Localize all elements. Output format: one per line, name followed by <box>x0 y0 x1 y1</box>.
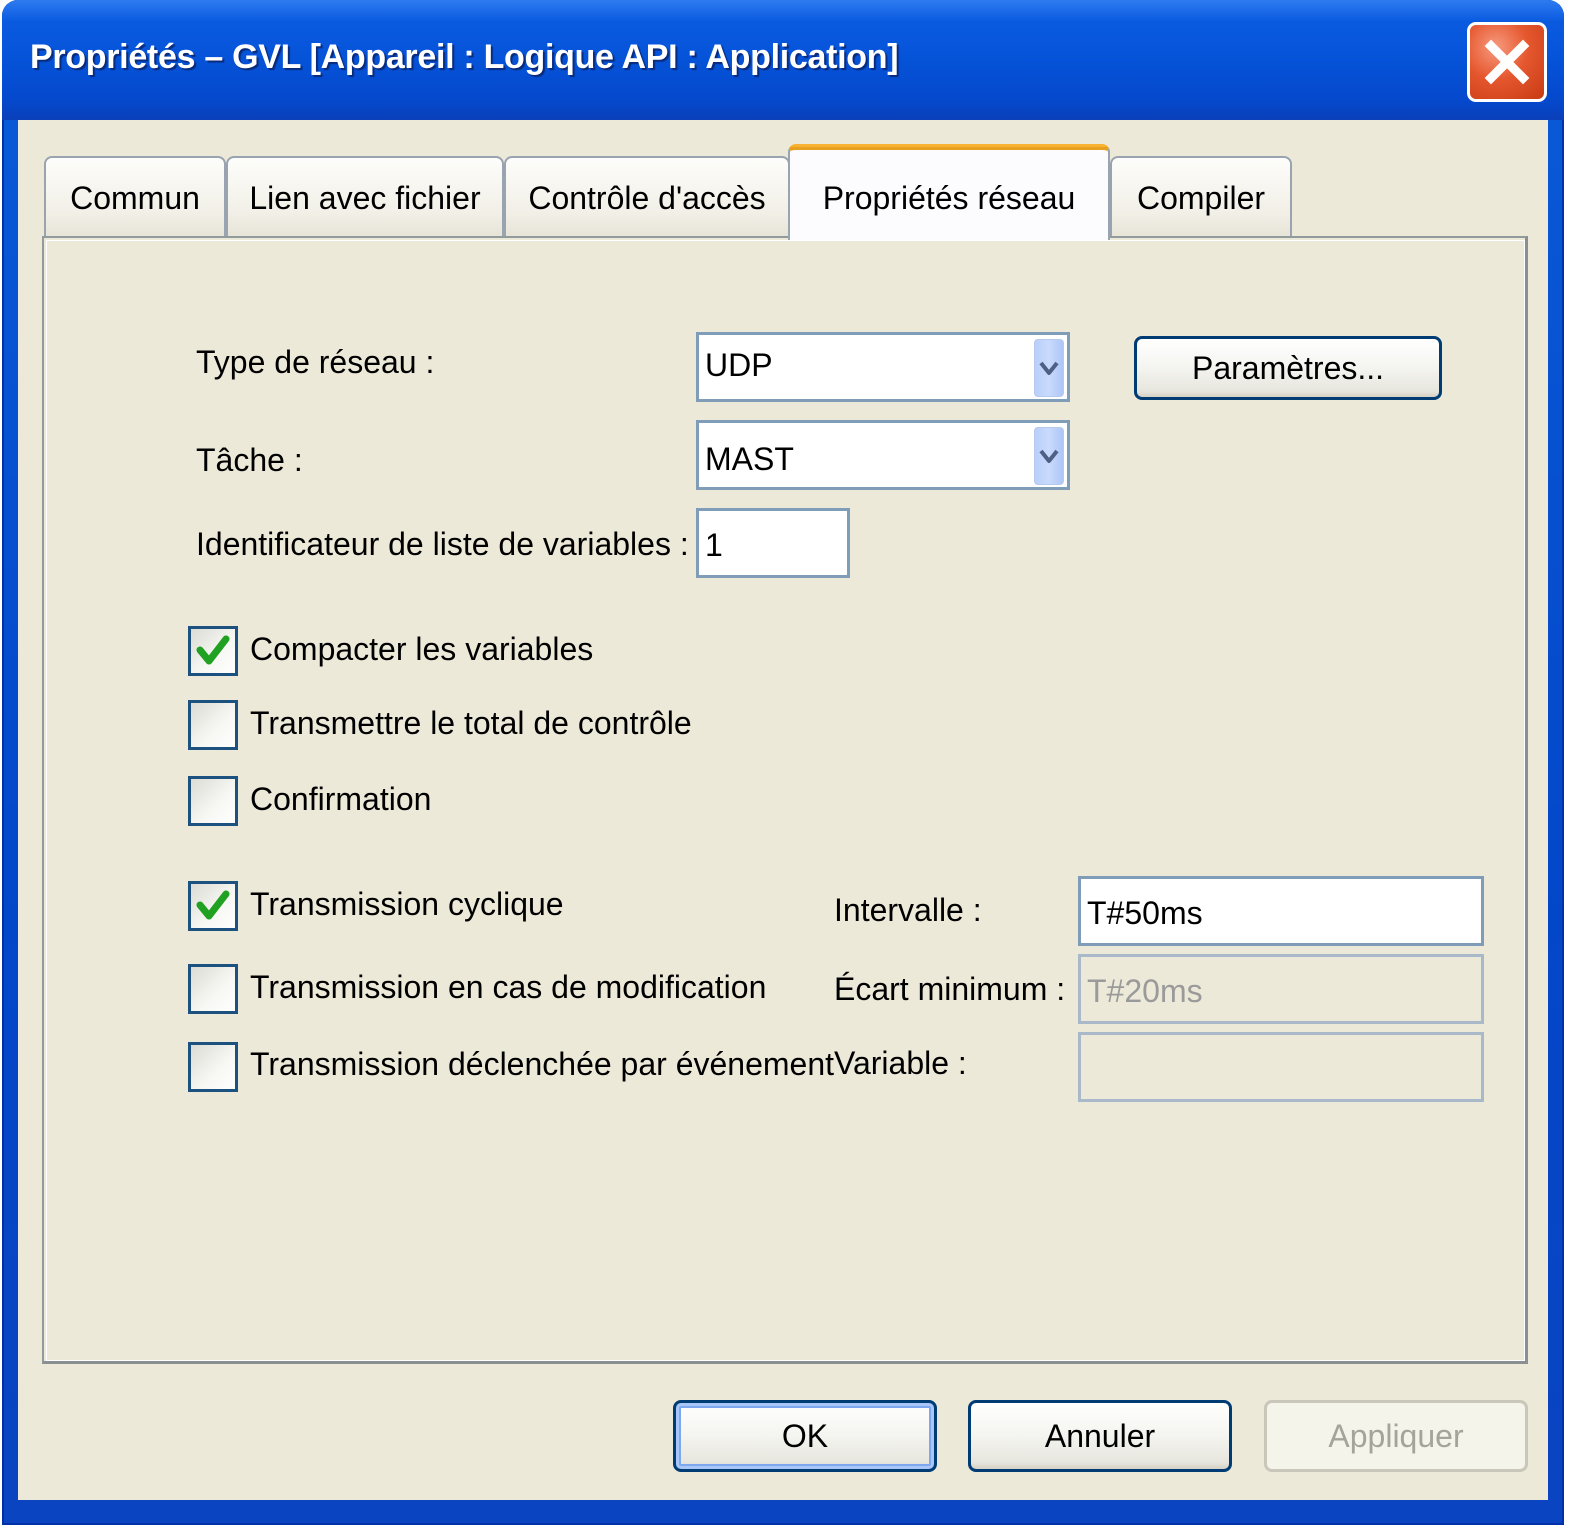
min-gap-input[interactable]: T#20ms <box>1078 954 1484 1024</box>
compact-variables-checkbox[interactable] <box>188 626 238 676</box>
tab-compiler[interactable]: Compiler <box>1110 156 1292 238</box>
apply-button[interactable]: Appliquer <box>1264 1400 1528 1472</box>
on-change-transmission-label: Transmission en cas de modification <box>250 969 767 1005</box>
min-gap-label: Écart minimum : <box>834 971 1066 1007</box>
variable-label: Variable : <box>834 1045 967 1081</box>
variable-list-id-input[interactable]: 1 <box>696 508 850 578</box>
cyclic-transmission-checkbox[interactable] <box>188 881 238 931</box>
network-type-label: Type de réseau : <box>196 344 435 380</box>
on-change-transmission-checkbox[interactable] <box>188 964 238 1014</box>
tab-proprietes-reseau[interactable]: Propriétés réseau <box>788 144 1110 240</box>
cyclic-transmission-label: Transmission cyclique <box>250 886 564 922</box>
window-title: Propriétés – GVL [Appareil : Logique API… <box>30 38 899 76</box>
parameters-button[interactable]: Paramètres... <box>1134 336 1442 400</box>
transmit-checksum-checkbox[interactable] <box>188 700 238 750</box>
dialog-client-area: Commun Lien avec fichier Contrôle d'accè… <box>18 120 1548 1500</box>
chevron-down-icon <box>1039 449 1059 463</box>
task-dropdown-button[interactable] <box>1034 427 1064 485</box>
chevron-down-icon <box>1039 361 1059 375</box>
cancel-button[interactable]: Annuler <box>968 1400 1232 1472</box>
ok-button[interactable]: OK <box>673 1400 937 1472</box>
network-type-dropdown-button[interactable] <box>1034 339 1064 397</box>
tab-lien-avec-fichier[interactable]: Lien avec fichier <box>226 156 504 238</box>
tab-commun[interactable]: Commun <box>44 156 226 238</box>
confirmation-checkbox[interactable] <box>188 776 238 826</box>
checkmark-icon <box>196 890 230 920</box>
close-button[interactable] <box>1467 22 1547 102</box>
task-label: Tâche : <box>196 442 303 478</box>
transmit-checksum-label: Transmettre le total de contrôle <box>250 705 692 741</box>
properties-dialog: Propriétés – GVL [Appareil : Logique API… <box>2 0 1564 1525</box>
title-bar[interactable]: Propriétés – GVL [Appareil : Logique API… <box>2 0 1564 120</box>
interval-input[interactable]: T#50ms <box>1078 876 1484 946</box>
task-select[interactable]: MAST <box>696 420 1070 490</box>
tab-controle-acces[interactable]: Contrôle d'accès <box>504 156 790 238</box>
network-type-select[interactable]: UDP <box>696 332 1070 402</box>
checkmark-icon <box>196 635 230 665</box>
event-transmission-label: Transmission déclenchée par événement <box>250 1046 835 1082</box>
variable-list-id-label: Identificateur de liste de variables : <box>196 526 689 562</box>
network-type-value: UDP <box>705 347 773 383</box>
close-icon <box>1484 39 1530 85</box>
compact-variables-label: Compacter les variables <box>250 631 594 667</box>
confirmation-label: Confirmation <box>250 781 432 817</box>
interval-label: Intervalle : <box>834 892 982 928</box>
event-transmission-checkbox[interactable] <box>188 1042 238 1092</box>
tab-panel: Type de réseau : UDP Paramètres... Tâche… <box>42 236 1528 1364</box>
task-value: MAST <box>705 441 794 477</box>
variable-input[interactable] <box>1078 1032 1484 1102</box>
